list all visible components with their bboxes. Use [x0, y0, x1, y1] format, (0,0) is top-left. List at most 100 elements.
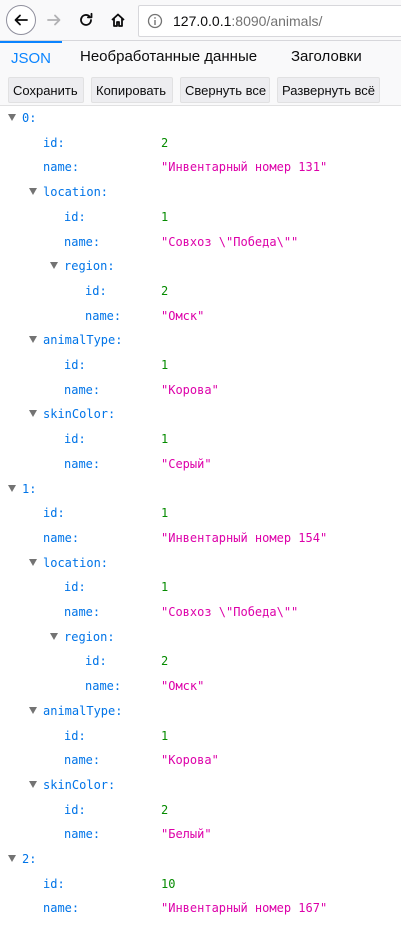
tree-value-row: id: 2 [0, 279, 401, 303]
tree-node-row[interactable]: region: [0, 254, 401, 278]
browser-toolbar: 127.0.0.1:8090/animals/ [0, 0, 401, 41]
json-key: name: [64, 234, 101, 249]
tree-node-row[interactable]: animalType: [0, 328, 401, 352]
expand-toggle-icon[interactable] [29, 188, 37, 196]
json-key: name: [43, 530, 80, 545]
expand-all-button[interactable]: Развернуть всё [277, 77, 380, 103]
json-key: id: [64, 432, 86, 447]
tree-value-row: name: "Белый" [0, 822, 401, 846]
copy-button[interactable]: Копировать [91, 77, 173, 103]
json-string-value: "Корова" [161, 753, 219, 768]
save-button[interactable]: Сохранить [8, 77, 84, 103]
tree-value-row: id: 2 [0, 649, 401, 673]
tree-value-row: name: "Корова" [0, 748, 401, 772]
tree-node-row[interactable]: location: [0, 551, 401, 575]
expand-toggle-icon[interactable] [29, 780, 37, 788]
json-key: name: [43, 160, 80, 175]
json-string-value: "Инвентарный номер 131" [161, 160, 328, 175]
json-key: 1: [22, 481, 37, 496]
json-key: animalType: [43, 703, 123, 718]
json-key: skinColor: [43, 407, 116, 422]
json-number-value: 1 [161, 580, 169, 595]
json-key: id: [64, 802, 86, 817]
json-key: name: [85, 308, 122, 323]
tree-value-row: name: "Омск" [0, 304, 401, 328]
json-key: 2: [22, 852, 37, 866]
tree-value-row: name: "Корова" [0, 378, 401, 402]
json-key: animalType: [43, 333, 123, 348]
json-number-value: 1 [161, 432, 169, 447]
tree-value-row: name: "Инвентарный номер 167" [0, 896, 401, 920]
tab-headers[interactable]: Заголовки [291, 41, 362, 75]
forward-button[interactable] [40, 6, 68, 34]
expand-toggle-icon[interactable] [8, 114, 16, 121]
tree-value-row: id: 2 [0, 131, 401, 155]
json-key: region: [64, 629, 115, 644]
json-number-value: 2 [161, 654, 169, 669]
tree-node-row[interactable]: 0: [0, 106, 401, 130]
expand-toggle-icon[interactable] [29, 410, 37, 418]
tree-node-row[interactable]: skinColor: [0, 773, 401, 797]
url-host: 127.0.0.1 [173, 13, 232, 29]
tree-value-row: id: 1 [0, 501, 401, 525]
json-key: id: [43, 135, 65, 150]
json-number-value: 1 [161, 358, 169, 372]
reload-button[interactable] [72, 6, 100, 34]
tree-value-row: id: 1 [0, 724, 401, 748]
json-string-value: "Инвентарный номер 154" [161, 530, 328, 545]
tree-node-row[interactable]: region: [0, 625, 401, 649]
info-icon[interactable] [147, 13, 163, 29]
json-key: id: [43, 506, 65, 521]
expand-toggle-icon[interactable] [29, 336, 37, 344]
viewer-tabs: JSON Необработанные данные Заголовки [0, 41, 401, 75]
json-number-value: 1 [161, 209, 169, 224]
json-number-value: 1 [161, 506, 169, 521]
json-number-value: 10 [161, 876, 176, 891]
json-key: id: [64, 728, 86, 743]
json-key: id: [43, 876, 65, 891]
json-string-value: "Серый" [161, 456, 212, 471]
expand-toggle-icon[interactable] [8, 855, 16, 862]
tree-node-row[interactable]: location: [0, 180, 401, 204]
json-key: id: [64, 358, 86, 372]
json-key: name: [64, 753, 101, 768]
json-key: id: [85, 283, 107, 298]
home-button[interactable] [104, 6, 132, 34]
tree-node-row[interactable]: 2: [0, 847, 401, 871]
expand-toggle-icon[interactable] [29, 558, 37, 566]
json-string-value: "Инвентарный номер 167" [161, 901, 328, 916]
tree-node-row[interactable]: 1: [0, 477, 401, 501]
json-number-value: 2 [161, 283, 169, 298]
expand-toggle-icon[interactable] [29, 706, 37, 714]
tree-value-row: id: 1 [0, 353, 401, 377]
home-icon [111, 13, 125, 27]
tab-raw-data[interactable]: Необработанные данные [80, 41, 257, 75]
tab-json[interactable]: JSON [0, 41, 62, 75]
json-number-value: 1 [161, 728, 169, 743]
expand-toggle-icon[interactable] [8, 484, 16, 492]
json-tree: 0: id: 2 name: "Инвентарный номер 131" locati… [0, 106, 401, 928]
tree-node-row[interactable]: skinColor: [0, 402, 401, 426]
tree-value-row: name: "Совхоз \"Победа\"" [0, 230, 401, 254]
url-bar[interactable]: 127.0.0.1:8090/animals/ [138, 5, 401, 37]
tree-value-row: id: 1 [0, 427, 401, 451]
back-button[interactable] [6, 5, 36, 35]
arrow-right-icon [47, 14, 61, 26]
tree-value-row: id: 1 [0, 575, 401, 599]
expand-toggle-icon[interactable] [50, 262, 58, 270]
expand-toggle-icon[interactable] [50, 632, 58, 640]
url-text[interactable]: 127.0.0.1:8090/animals/ [173, 13, 322, 29]
arrow-left-icon [14, 14, 28, 26]
json-number-value: 2 [161, 135, 169, 150]
reload-icon [80, 12, 93, 26]
json-key: name: [64, 827, 101, 842]
tree-value-row: name: "Совхоз \"Победа\"" [0, 600, 401, 624]
json-key: name: [85, 679, 122, 694]
tree-node-row[interactable]: animalType: [0, 699, 401, 723]
collapse-all-button[interactable]: Свернуть все [180, 77, 270, 103]
json-number-value: 2 [161, 802, 169, 817]
json-key: region: [64, 259, 115, 274]
json-key: name: [64, 605, 101, 619]
json-string-value: "Омск" [161, 308, 205, 323]
json-string-value: "Омск" [161, 679, 205, 694]
